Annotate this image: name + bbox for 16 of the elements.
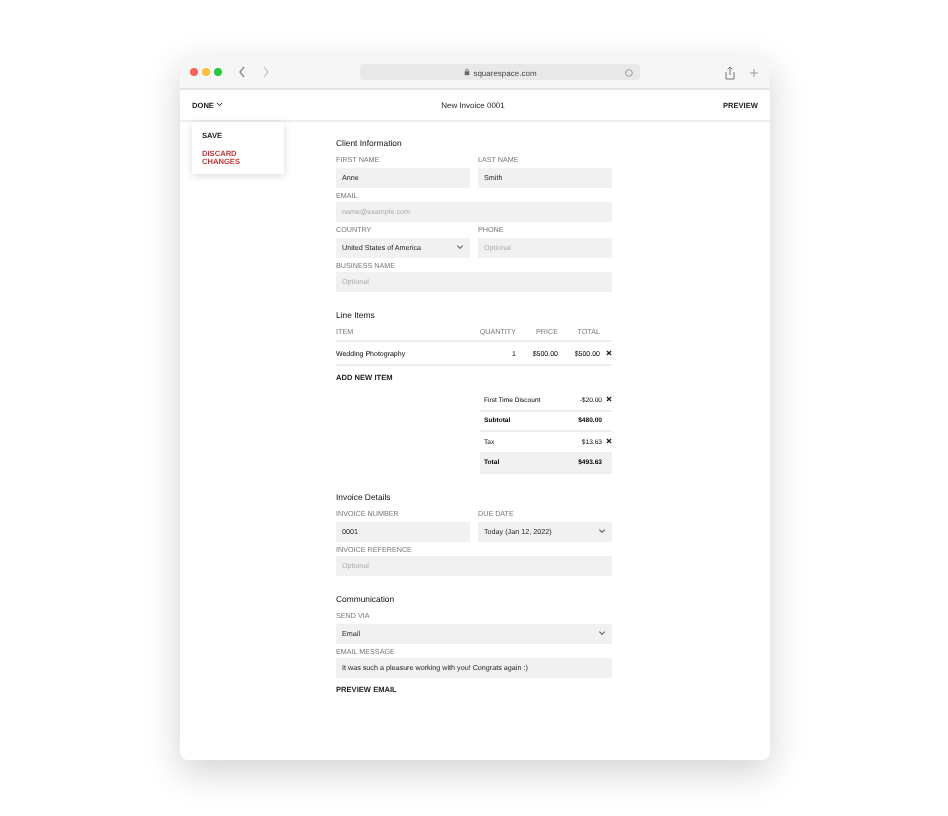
lock-icon [463,68,470,76]
close-window-icon[interactable] [190,68,198,76]
caret-icon [215,102,223,108]
close-icon[interactable] [606,438,612,445]
minimize-window-icon[interactable] [202,68,210,76]
plus-icon[interactable] [748,65,760,79]
close-icon[interactable] [606,396,612,403]
zoom-window-icon[interactable] [214,68,222,76]
reload-icon[interactable] [624,67,634,77]
chevron-down-icon [598,630,606,636]
share-icon[interactable] [724,65,736,79]
close-icon[interactable] [606,350,612,356]
back-icon[interactable] [238,66,246,78]
forward-icon[interactable] [262,66,270,78]
chevron-down-icon [456,244,464,250]
chevron-down-icon [598,528,606,534]
